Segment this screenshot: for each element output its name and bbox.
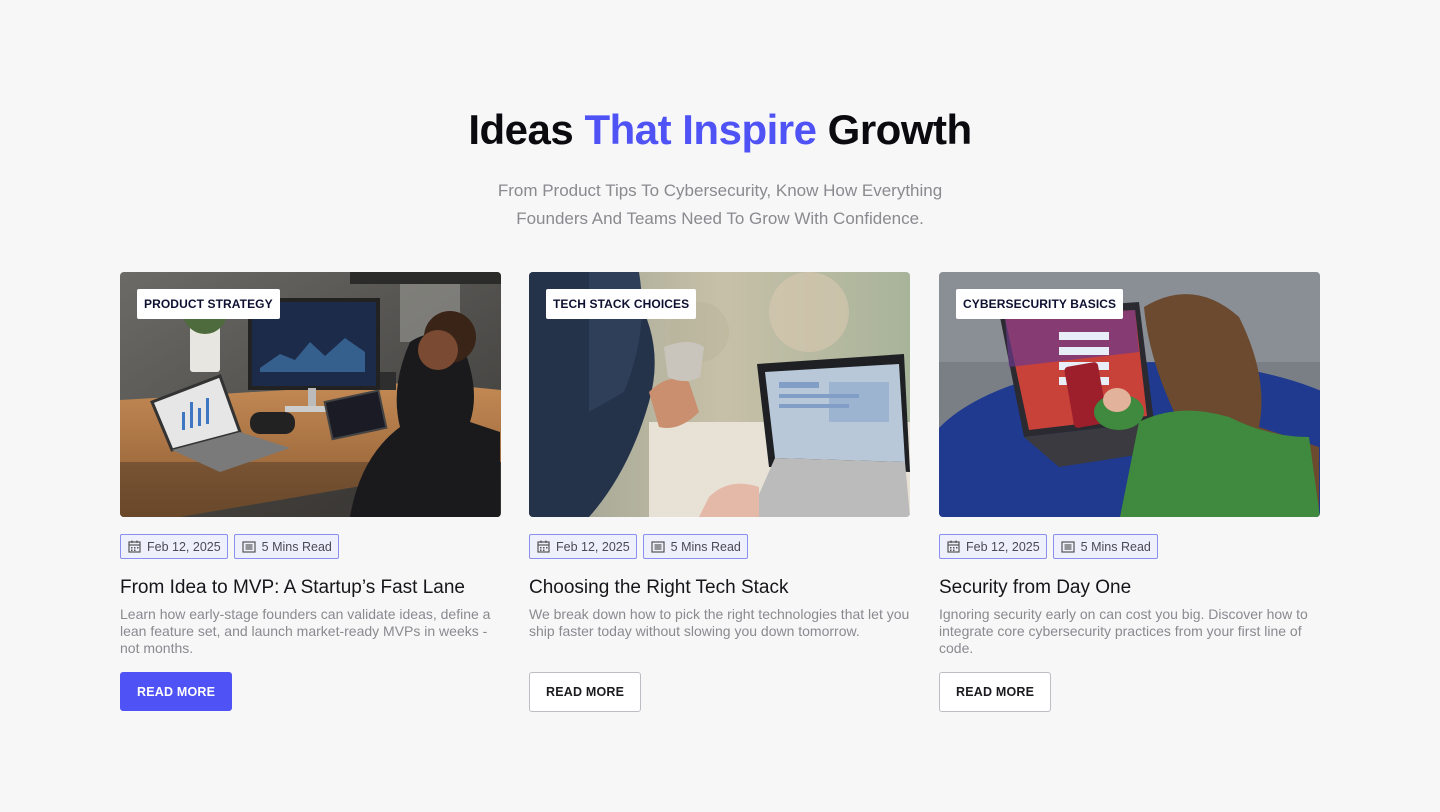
read-more-button[interactable]: READ MORE [939,672,1052,712]
category-tag[interactable]: PRODUCT STRATEGY [137,289,280,319]
article-icon [1061,540,1075,553]
card-title[interactable]: Security from Day One [939,577,1320,599]
blog-card: PRODUCT STRATEGY Feb 12, 2025 5 Mins Rea… [120,272,501,711]
card-description: We break down how to pick the right tech… [529,606,910,639]
date-text: Feb 12, 2025 [556,539,630,554]
category-tag[interactable]: CYBERSECURITY BASICS [956,289,1124,319]
card-image[interactable]: CYBERSECURITY BASICS [939,272,1320,517]
date-chip: Feb 12, 2025 [939,534,1047,559]
read-time-text: 5 Mins Read [1080,539,1151,554]
read-time-text: 5 Mins Read [670,539,741,554]
article-icon [242,540,256,553]
heading-text: Ideas [468,106,574,153]
blog-card: CYBERSECURITY BASICS Feb 12, 2025 5 Mins… [939,272,1320,712]
heading-accent-text: That Inspire [584,106,817,153]
blog-card: TECH STACK CHOICES Feb 12, 2025 5 Mins R… [529,272,910,712]
calendar-icon [947,540,960,553]
read-time-chip: 5 Mins Read [642,534,748,559]
calendar-icon [537,540,550,553]
read-time-chip: 5 Mins Read [233,534,339,559]
date-chip: Feb 12, 2025 [120,534,228,559]
card-title[interactable]: From Idea to MVP: A Startup’s Fast Lane [120,577,501,599]
heading-text-end: Growth [827,106,972,153]
section-heading: Ideas That Inspire Growth [0,106,1440,154]
card-meta: Feb 12, 2025 5 Mins Read [529,534,748,559]
date-text: Feb 12, 2025 [966,539,1040,554]
card-meta: Feb 12, 2025 5 Mins Read [120,534,339,559]
section-subtitle: From Product Tips To Cybersecurity, Know… [470,177,970,233]
category-tag[interactable]: TECH STACK CHOICES [546,289,697,319]
subtitle-line-1: From Product Tips To Cybersecurity, Know… [497,181,943,200]
card-image[interactable]: PRODUCT STRATEGY [120,272,501,517]
article-icon [651,540,665,553]
card-title[interactable]: Choosing the Right Tech Stack [529,577,910,599]
date-chip: Feb 12, 2025 [529,534,637,559]
card-meta: Feb 12, 2025 5 Mins Read [939,534,1158,559]
card-description: Learn how early-stage founders can valid… [120,606,491,656]
read-time-text: 5 Mins Read [261,539,332,554]
calendar-icon [128,540,141,553]
card-description: Ignoring security early on can cost you … [939,606,1308,656]
read-more-button[interactable]: READ MORE [529,672,642,712]
read-more-button[interactable]: READ MORE [120,672,233,711]
date-text: Feb 12, 2025 [147,539,221,554]
read-time-chip: 5 Mins Read [1052,534,1158,559]
subtitle-line-2: Founders And Teams Need To Grow With Con… [516,209,924,228]
card-image[interactable]: TECH STACK CHOICES [529,272,910,517]
